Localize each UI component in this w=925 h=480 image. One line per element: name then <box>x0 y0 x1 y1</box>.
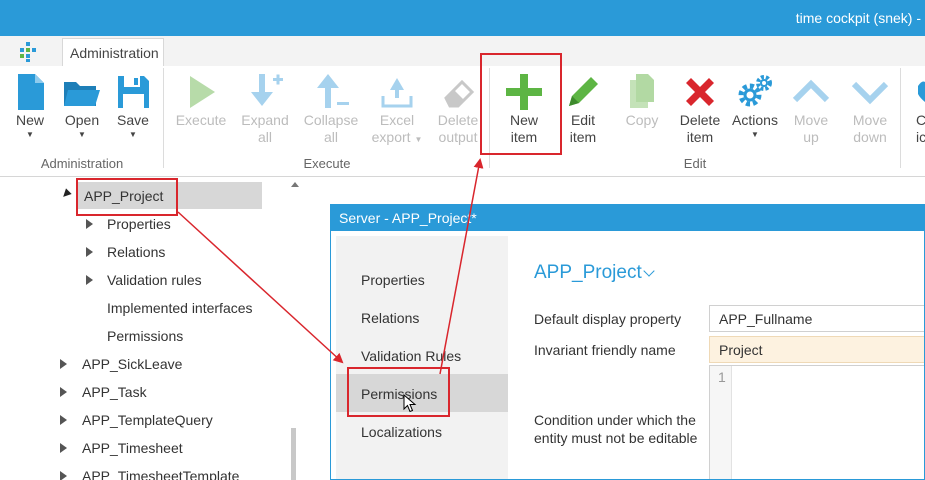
annotation-arrows <box>177 158 484 375</box>
arrow-permissions-to-new-item <box>439 158 484 375</box>
arrow-tree-to-permissions <box>177 211 344 364</box>
